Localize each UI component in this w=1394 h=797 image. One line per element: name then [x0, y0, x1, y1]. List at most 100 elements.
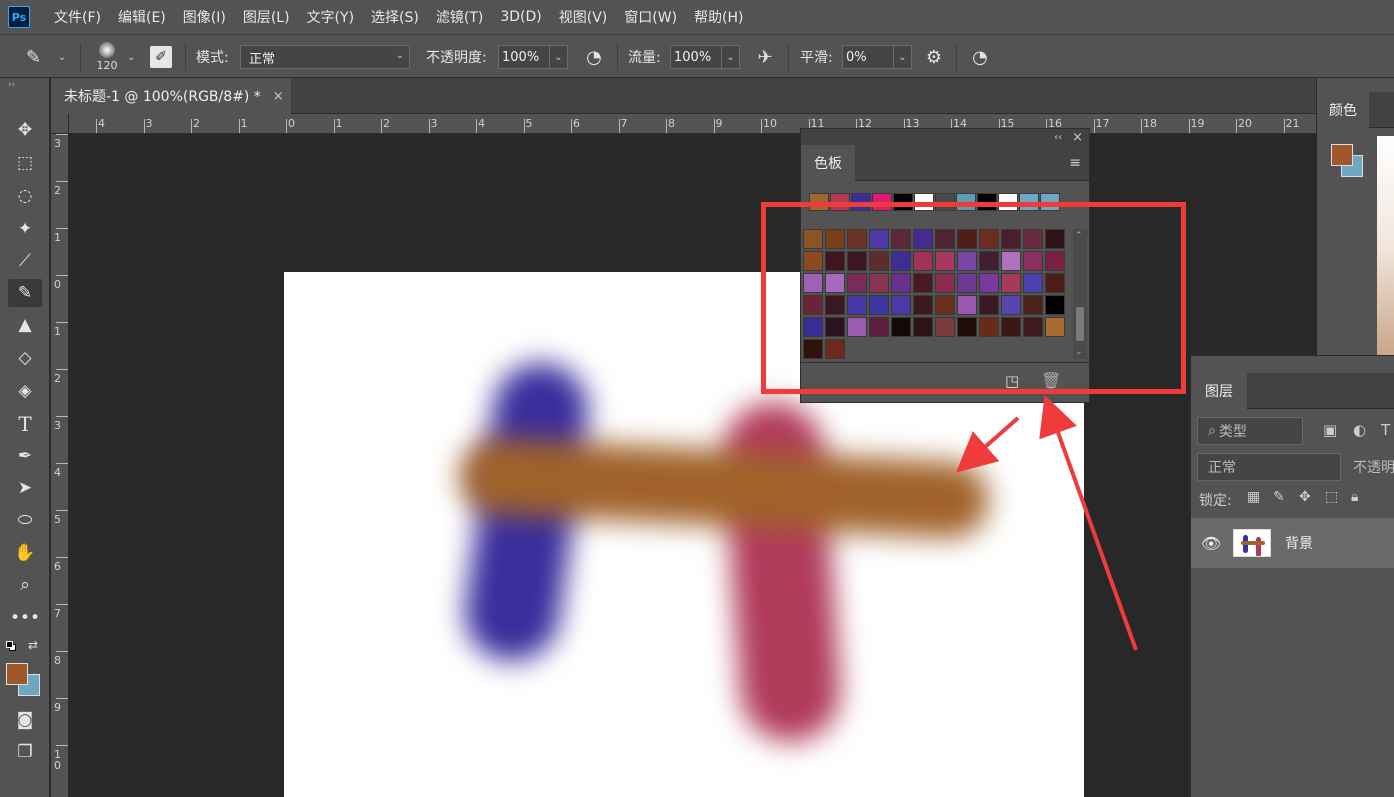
color-swatch[interactable] [1023, 317, 1043, 337]
color-swatch[interactable] [957, 295, 977, 315]
color-swatch[interactable] [891, 229, 911, 249]
color-swatch[interactable] [913, 273, 933, 293]
color-swatch[interactable] [869, 273, 889, 293]
color-swatch[interactable] [979, 273, 999, 293]
blend-mode-select[interactable]: 正常 [1197, 453, 1341, 481]
close-panel-icon[interactable]: × [1072, 130, 1083, 145]
ellipse-tool-icon[interactable]: ⬭ [8, 506, 42, 534]
brush-tool-icon[interactable]: ✎ [26, 35, 41, 79]
more-tools-icon[interactable]: ••• [8, 604, 42, 632]
menu-view[interactable]: 视图(V) [559, 7, 608, 27]
smoothing-dropdown[interactable]: ⌄ [894, 45, 912, 69]
menu-help[interactable]: 帮助(H) [694, 7, 743, 27]
scroll-up-icon[interactable]: ⌃ [1075, 231, 1083, 241]
color-swatch[interactable] [913, 251, 933, 271]
recent-swatch[interactable] [1040, 193, 1060, 211]
gear-icon[interactable]: ⚙ [922, 35, 946, 79]
ruler-origin[interactable] [51, 114, 69, 134]
tab-layers[interactable]: 图层 [1191, 373, 1247, 409]
quick-mask-icon[interactable]: ◙ [8, 706, 42, 734]
move-tool-icon[interactable]: ✥ [8, 116, 42, 144]
color-swatch[interactable] [1023, 229, 1043, 249]
eye-visibility-icon[interactable]: 👁︎ [1201, 534, 1225, 553]
color-swatch[interactable] [825, 229, 845, 249]
close-icon[interactable]: × [273, 89, 284, 104]
lock-pixels-icon[interactable]: ✎ [1273, 489, 1285, 505]
flow-dropdown[interactable]: ⌄ [722, 45, 740, 69]
pressure-opacity-icon[interactable]: ◔ [582, 35, 606, 79]
color-field[interactable] [1377, 136, 1394, 356]
color-swatch[interactable] [803, 295, 823, 315]
color-swatch[interactable] [1001, 295, 1021, 315]
color-swatch[interactable] [891, 295, 911, 315]
color-swatch[interactable] [1023, 295, 1043, 315]
color-swatch[interactable] [1001, 317, 1021, 337]
color-swatch[interactable] [825, 273, 845, 293]
color-swatch[interactable] [935, 295, 955, 315]
color-swatch[interactable] [825, 295, 845, 315]
scroll-down-icon[interactable]: ⌄ [1075, 347, 1083, 357]
menu-edit[interactable]: 编辑(E) [118, 7, 166, 27]
color-swatch[interactable] [825, 251, 845, 271]
color-swatch[interactable] [1045, 229, 1065, 249]
lock-position-icon[interactable]: ✥ [1299, 489, 1311, 505]
paint-bucket-tool-icon[interactable]: ◈ [8, 377, 42, 405]
expand-toolbar-icon[interactable]: ›› [8, 80, 15, 90]
recent-swatch[interactable] [809, 193, 829, 211]
color-swatch[interactable] [847, 251, 867, 271]
color-panel-foreground-swatch[interactable] [1331, 144, 1353, 166]
lock-all-icon[interactable]: 🔒︎ [1351, 489, 1358, 505]
color-swatch[interactable] [913, 317, 933, 337]
color-swatch[interactable] [869, 317, 889, 337]
color-swatch[interactable] [979, 251, 999, 271]
collapse-panel-icon[interactable]: ‹‹ [1054, 132, 1062, 143]
foreground-color-swatch[interactable] [6, 663, 28, 685]
swatches-scrollbar[interactable]: ⌃ ⌄ [1073, 229, 1087, 359]
menu-file[interactable]: 文件(F) [54, 7, 101, 27]
pressure-size-icon[interactable]: ◔ [968, 35, 992, 79]
color-swatch[interactable] [913, 295, 933, 315]
tool-preset-dropdown[interactable]: ⌄ [58, 35, 66, 79]
recent-swatch[interactable] [914, 193, 934, 211]
color-swatch[interactable] [979, 295, 999, 315]
menu-window[interactable]: 窗口(W) [624, 7, 677, 27]
default-colors-icon[interactable] [6, 641, 16, 651]
color-swatch[interactable] [803, 339, 823, 359]
color-swatch[interactable] [1001, 273, 1021, 293]
layer-filter-select[interactable]: ⌕ 类型 [1197, 417, 1303, 445]
color-swatch[interactable] [803, 273, 823, 293]
color-swatch[interactable] [869, 295, 889, 315]
marquee-tool-icon[interactable]: ⬚ [8, 149, 42, 177]
eraser-tool-icon[interactable]: ◇ [8, 344, 42, 372]
layer-row[interactable]: 👁︎ 背景 [1191, 518, 1394, 568]
color-swatch[interactable] [803, 251, 823, 271]
recent-swatch[interactable] [830, 193, 850, 211]
zoom-tool-icon[interactable]: ⌕ [8, 571, 42, 599]
opacity-dropdown[interactable]: ⌄ [550, 45, 568, 69]
color-swatch[interactable] [847, 317, 867, 337]
recent-swatch[interactable] [998, 193, 1018, 211]
vertical-ruler[interactable]: 32101234567891 0 [51, 134, 69, 797]
image-filter-icon[interactable]: ▣ [1323, 421, 1337, 439]
path-selection-tool-icon[interactable]: ➤ [8, 474, 42, 502]
new-swatch-icon[interactable]: ◳ [1005, 372, 1019, 390]
menu-filter[interactable]: 滤镜(T) [436, 7, 483, 27]
color-swatch[interactable] [1001, 229, 1021, 249]
opacity-input[interactable]: 100% [498, 45, 550, 69]
color-swatch[interactable] [1001, 251, 1021, 271]
color-swatch[interactable] [1045, 273, 1065, 293]
color-swatch[interactable] [847, 295, 867, 315]
type-filter-icon[interactable]: T [1381, 421, 1390, 439]
lock-transparent-icon[interactable]: ▦ [1247, 489, 1260, 505]
color-swatch[interactable] [1045, 251, 1065, 271]
menu-3d[interactable]: 3D(D) [500, 9, 541, 25]
recent-swatch[interactable] [872, 193, 892, 211]
tab-swatches[interactable]: 色板 [801, 145, 855, 181]
scrollbar-thumb[interactable] [1076, 307, 1084, 341]
brush-preset-picker[interactable]: 120 [92, 35, 122, 79]
color-swatch[interactable] [979, 229, 999, 249]
pen-tool-icon[interactable]: ✒ [8, 442, 42, 470]
color-swatch[interactable] [957, 273, 977, 293]
color-swatch[interactable] [957, 317, 977, 337]
brush-tool-button-icon[interactable]: ✎ [8, 279, 42, 307]
